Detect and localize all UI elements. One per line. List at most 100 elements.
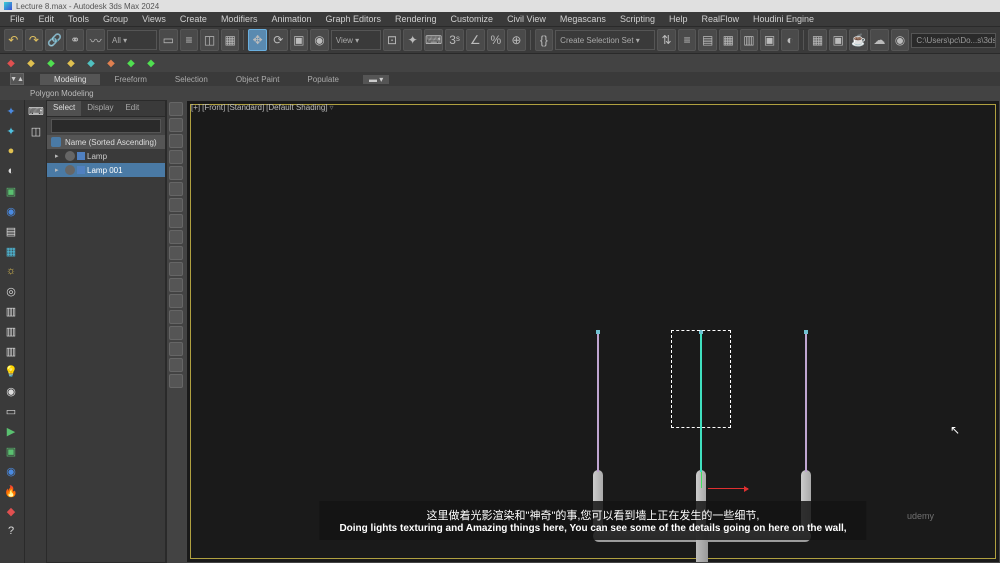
- strip-btn-3[interactable]: [169, 134, 183, 148]
- subobj-extra-icon[interactable]: ◆: [124, 56, 138, 70]
- select-rotate-button[interactable]: ⟳: [269, 29, 288, 51]
- selection-filter-dropdown[interactable]: All ▾: [107, 30, 157, 50]
- render-production-button[interactable]: ☕: [849, 29, 868, 51]
- camera-icon[interactable]: ◉: [2, 382, 20, 400]
- tool-10-icon[interactable]: ▣: [2, 442, 20, 460]
- menu-megascans[interactable]: Megascans: [554, 14, 612, 24]
- percent-snap-button[interactable]: %: [487, 29, 506, 51]
- ribbon-tab-objectpaint[interactable]: Object Paint: [222, 74, 294, 85]
- menu-file[interactable]: File: [4, 14, 31, 24]
- subobj-border-icon[interactable]: ◆: [44, 56, 58, 70]
- hierarchy-panel-icon[interactable]: ●: [2, 142, 20, 160]
- select-scale-button[interactable]: ▣: [290, 29, 309, 51]
- menu-civilview[interactable]: Civil View: [501, 14, 552, 24]
- move-gizmo-y-axis[interactable]: [701, 472, 702, 488]
- strip-btn-18[interactable]: [169, 374, 183, 388]
- menu-houdini[interactable]: Houdini Engine: [747, 14, 820, 24]
- help-icon[interactable]: ?: [2, 522, 20, 540]
- bind-spacewarp-button[interactable]: 〰: [86, 29, 105, 51]
- redo-button[interactable]: ↷: [25, 29, 44, 51]
- menu-edit[interactable]: Edit: [33, 14, 61, 24]
- move-gizmo-x-axis[interactable]: [708, 488, 748, 489]
- ribbon-tab-selection[interactable]: Selection: [161, 74, 222, 85]
- menu-help[interactable]: Help: [663, 14, 694, 24]
- menu-modifiers[interactable]: Modifiers: [215, 14, 264, 24]
- strip-btn-16[interactable]: [169, 342, 183, 356]
- select-object-button[interactable]: ▭: [159, 29, 178, 51]
- select-by-name-button[interactable]: ≡: [180, 29, 199, 51]
- tool-7-icon[interactable]: ▥: [2, 342, 20, 360]
- strip-btn-4[interactable]: [169, 150, 183, 164]
- material-editor-button[interactable]: ◐: [781, 29, 800, 51]
- strip-btn-7[interactable]: [169, 198, 183, 212]
- strip-btn-2[interactable]: [169, 118, 183, 132]
- manipulate-button[interactable]: ✦: [403, 29, 422, 51]
- menu-tools[interactable]: Tools: [62, 14, 95, 24]
- mirror-button[interactable]: ⇅: [657, 29, 676, 51]
- strip-btn-14[interactable]: [169, 310, 183, 324]
- motion-panel-icon[interactable]: ◐: [2, 162, 20, 180]
- ribbon-tab-freeform[interactable]: Freeform: [100, 74, 160, 85]
- project-path-field[interactable]: C:\Users\pc\Do...s\3ds Max 2024: [911, 33, 996, 48]
- select-place-button[interactable]: ◉: [310, 29, 329, 51]
- scene-tab-select[interactable]: Select: [47, 101, 81, 116]
- menu-scripting[interactable]: Scripting: [614, 14, 661, 24]
- tool-2-icon[interactable]: ▦: [2, 242, 20, 260]
- spinner-snap-button[interactable]: ⊕: [507, 29, 526, 51]
- keyboard-shortcut-button[interactable]: ⌨: [424, 29, 443, 51]
- open-autodesk-button[interactable]: ◉: [891, 29, 910, 51]
- curve-editor-button[interactable]: ▥: [740, 29, 759, 51]
- fire-icon[interactable]: 🔥: [2, 482, 20, 500]
- dock-tool-icon[interactable]: ◫: [27, 122, 45, 140]
- scene-tab-display[interactable]: Display: [81, 101, 119, 116]
- tool-6-icon[interactable]: ▥: [2, 322, 20, 340]
- scene-tree[interactable]: ▸ Lamp ▸ Lamp 001: [47, 149, 165, 562]
- subobj-edge-icon[interactable]: ◆: [24, 56, 38, 70]
- scene-item-lamp[interactable]: ▸ Lamp: [47, 149, 165, 163]
- tool-11-icon[interactable]: ◉: [2, 462, 20, 480]
- tool-4-icon[interactable]: ◎: [2, 282, 20, 300]
- expand-icon[interactable]: ▸: [55, 166, 63, 174]
- tool-12-icon[interactable]: ◆: [2, 502, 20, 520]
- utilities-panel-icon[interactable]: ◉: [2, 202, 20, 220]
- rendered-frame-button[interactable]: ▣: [829, 29, 848, 51]
- visibility-icon[interactable]: [65, 151, 75, 161]
- tool-9-icon[interactable]: ▶: [2, 422, 20, 440]
- menu-animation[interactable]: Animation: [265, 14, 317, 24]
- ribbon-tab-populate[interactable]: Populate: [293, 74, 353, 85]
- strip-btn-6[interactable]: [169, 182, 183, 196]
- scene-column-header[interactable]: Name (Sorted Ascending): [47, 135, 165, 149]
- use-pivot-center-button[interactable]: ⊡: [383, 29, 402, 51]
- window-crossing-button[interactable]: ▦: [221, 29, 240, 51]
- strip-btn-12[interactable]: [169, 278, 183, 292]
- strip-btn-13[interactable]: [169, 294, 183, 308]
- ribbon-toggle-button[interactable]: ▼▲: [10, 73, 24, 85]
- strip-btn-1[interactable]: [169, 102, 183, 116]
- visibility-icon[interactable]: [65, 165, 75, 175]
- modify-panel-icon[interactable]: ✦: [2, 122, 20, 140]
- viewport[interactable]: [+] [Front] [Standard] [Default Shading]…: [186, 100, 1000, 563]
- select-region-button[interactable]: ◫: [200, 29, 219, 51]
- light-icon[interactable]: 💡: [2, 362, 20, 380]
- render-setup-button[interactable]: ▦: [808, 29, 827, 51]
- link-button[interactable]: 🔗: [45, 29, 64, 51]
- layer-explorer-button[interactable]: ▤: [698, 29, 717, 51]
- render-in-cloud-button[interactable]: ☁: [870, 29, 889, 51]
- strip-btn-17[interactable]: [169, 358, 183, 372]
- menu-rendering[interactable]: Rendering: [389, 14, 443, 24]
- strip-btn-10[interactable]: [169, 246, 183, 260]
- scene-search-input[interactable]: [51, 119, 161, 133]
- strip-btn-15[interactable]: [169, 326, 183, 340]
- ref-coord-dropdown[interactable]: View ▾: [331, 30, 381, 50]
- undo-button[interactable]: ↶: [4, 29, 23, 51]
- ribbon-overflow-button[interactable]: ▬ ▾: [363, 75, 389, 84]
- strip-btn-8[interactable]: [169, 214, 183, 228]
- subobj-extra2-icon[interactable]: ◆: [144, 56, 158, 70]
- selection-set-dropdown[interactable]: Create Selection Set ▾: [555, 30, 655, 50]
- menu-group[interactable]: Group: [97, 14, 134, 24]
- strip-btn-9[interactable]: [169, 230, 183, 244]
- toggle-ribbon-button[interactable]: ▦: [719, 29, 738, 51]
- maxscript-icon[interactable]: ⌨: [27, 102, 45, 120]
- schematic-view-button[interactable]: ▣: [760, 29, 779, 51]
- snap-toggle-button[interactable]: 3ˢ: [445, 29, 464, 51]
